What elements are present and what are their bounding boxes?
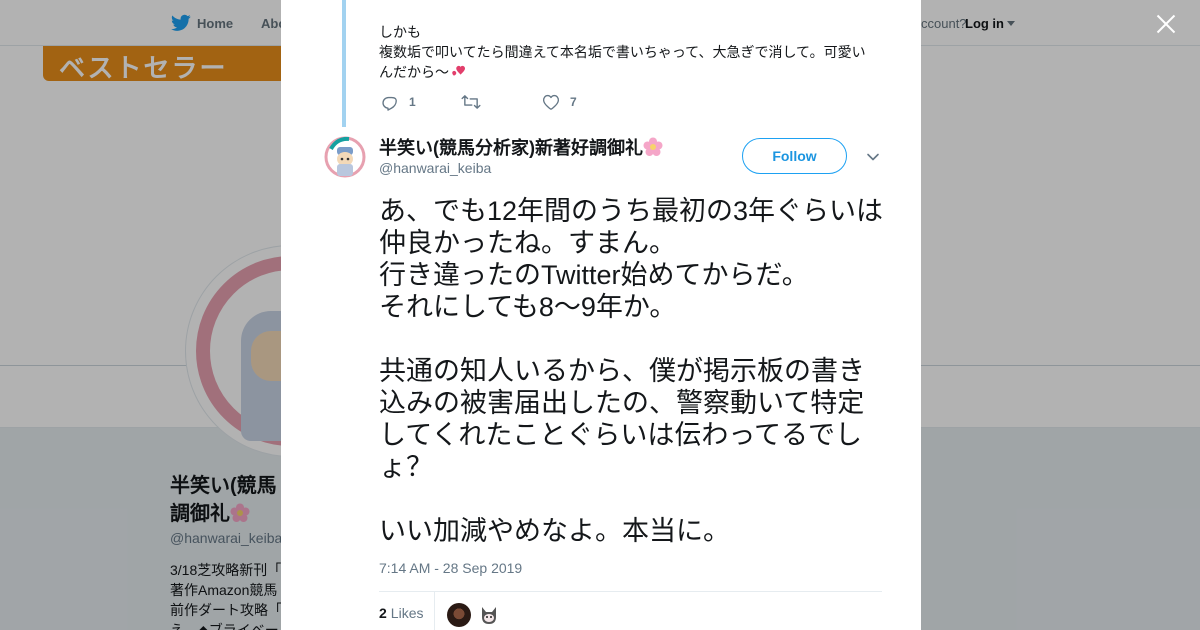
reply-icon [382, 96, 397, 111]
follow-button[interactable]: Follow [742, 138, 847, 174]
liker-avatar[interactable] [477, 603, 501, 627]
tweet-modal: しかも 複数垢で叩いてたら間違えて本名垢で書いちゃって、大急ぎで消して。可愛いん… [281, 0, 921, 630]
retweet-icon [461, 95, 481, 109]
author-avatar[interactable] [323, 135, 367, 179]
likes-separator [434, 592, 435, 630]
previous-tweet-line: 複数垢で叩いてたら間違えて本名垢で書いちゃって、大急ぎで消して。可愛いんだから〜 [379, 44, 866, 80]
author-handle[interactable]: @hanwarai_keiba [379, 160, 491, 176]
previous-tweet-text: しかも 複数垢で叩いてたら間違えて本名垢で書いちゃって、大急ぎで消して。可愛いん… [379, 22, 879, 82]
author-name[interactable]: 半笑い(競馬分析家)新著好調御礼 [379, 134, 663, 160]
reply-count: 1 [409, 95, 416, 109]
heart-emoji-icon [452, 65, 465, 76]
liker-avatar[interactable] [447, 603, 471, 627]
divider [379, 591, 882, 592]
like-icon [542, 94, 560, 110]
flower-emoji-icon [643, 137, 663, 156]
tweet-text: あ、でも12年間のうち最初の3年ぐらいは仲良かったね。すまん。 行き違ったのTw… [379, 196, 884, 546]
likes-label: Likes [390, 605, 424, 621]
like-count: 7 [570, 95, 577, 109]
tweet-timestamp[interactable]: 7:14 AM - 28 Sep 2019 [379, 560, 522, 576]
likes-number: 2 [379, 605, 387, 621]
likes-stat[interactable]: 2 Likes [379, 605, 423, 621]
chevron-down-icon[interactable] [866, 150, 880, 164]
author-avatar-image [324, 136, 366, 178]
thread-connector-line [342, 0, 346, 127]
close-icon[interactable] [1153, 11, 1179, 37]
previous-tweet-line: しかも [379, 24, 421, 40]
